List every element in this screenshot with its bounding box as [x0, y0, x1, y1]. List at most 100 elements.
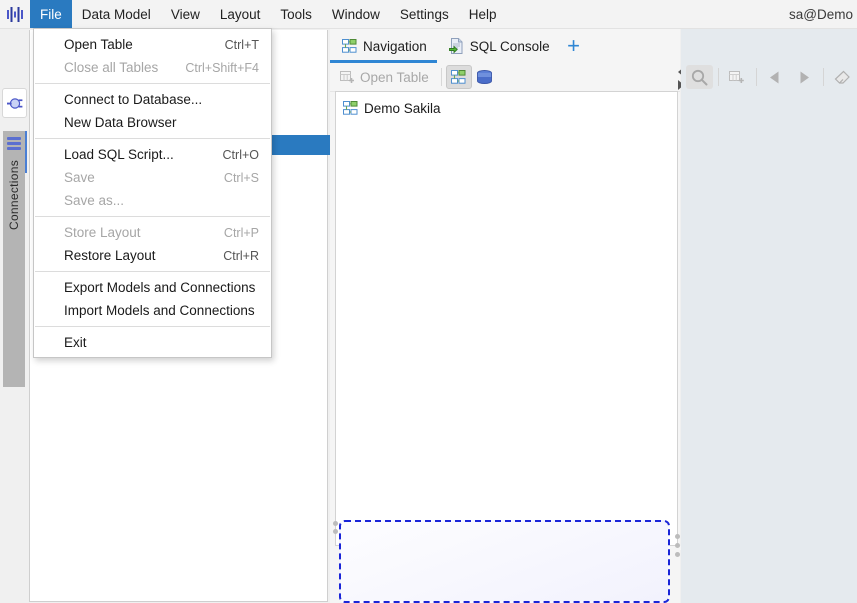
- menu-item-exit[interactable]: Exit: [34, 331, 271, 354]
- menu-item-label: Open Table: [64, 37, 133, 52]
- tabstrip: Navigation SQL Console +: [330, 29, 680, 63]
- menu-item-accelerator: Ctrl+P: [223, 225, 259, 240]
- tab-sql-console[interactable]: SQL Console: [437, 30, 560, 63]
- menu-window[interactable]: Window: [322, 0, 390, 28]
- arrow-back-icon: [767, 70, 783, 85]
- menu-item-label: Exit: [64, 335, 87, 350]
- connect-database-rail-button[interactable]: [2, 88, 27, 118]
- current-user-label: sa@Demo: [789, 6, 853, 22]
- navigation-graph-icon: [451, 70, 466, 84]
- center-panel: Navigation SQL Console + Open Table Demo…: [330, 29, 857, 603]
- menu-item-open-table[interactable]: Open Table Ctrl+T: [34, 33, 271, 56]
- menu-item-restore-layout[interactable]: Restore Layout Ctrl+R: [34, 244, 271, 267]
- toolbar-separator: [440, 68, 442, 86]
- menu-item-store-layout[interactable]: Store Layout Ctrl+P: [34, 221, 271, 244]
- right-toolbar: [686, 64, 856, 90]
- arrow-forward-icon: [796, 70, 812, 85]
- tree-node-label: Demo Sakila: [364, 100, 441, 116]
- splitter-dot: [332, 520, 338, 526]
- menu-separator: [35, 326, 270, 327]
- toolbar-button-database[interactable]: [472, 65, 498, 89]
- menu-item-label: Load SQL Script...: [64, 147, 174, 162]
- splitter-dot: [674, 533, 680, 539]
- search-icon: [691, 69, 708, 86]
- vertical-splitter-handle[interactable]: [672, 530, 682, 560]
- right-toolbar-separator: [756, 68, 757, 86]
- menu-item-close-all-tables[interactable]: Close all Tables Ctrl+Shift+F4: [34, 56, 271, 79]
- menu-item-import-models-and-connections[interactable]: Import Models and Connections: [34, 299, 271, 322]
- navigate-back-button[interactable]: [762, 65, 789, 89]
- app-logo-icon: [0, 0, 30, 28]
- toolbar-button-navigation-graph[interactable]: [445, 65, 472, 89]
- menubar-items: File Data Model View Layout Tools Window…: [30, 0, 506, 28]
- navigation-tree[interactable]: Demo Sakila: [335, 91, 678, 546]
- menu-layout[interactable]: Layout: [210, 0, 271, 28]
- menu-item-save[interactable]: Save Ctrl+S: [34, 166, 271, 189]
- menu-item-label: New Data Browser: [64, 115, 177, 130]
- menu-item-label: Restore Layout: [64, 248, 156, 263]
- splitter-dot: [674, 542, 680, 548]
- eraser-icon: [834, 70, 851, 85]
- right-toolbar-separator: [823, 68, 824, 86]
- menu-item-label: Connect to Database...: [64, 92, 203, 107]
- menu-separator: [35, 83, 270, 84]
- list-bars-icon: [7, 137, 21, 150]
- tree-node-demo-sakila[interactable]: Demo Sakila: [336, 98, 677, 118]
- add-table-button[interactable]: [724, 65, 751, 89]
- menu-item-accelerator: Ctrl+Shift+F4: [185, 60, 259, 75]
- open-table-label: Open Table: [360, 69, 429, 85]
- navigation-graph-icon: [343, 101, 358, 115]
- left-rail: Connections: [0, 29, 27, 603]
- menu-item-label: Save: [64, 170, 95, 185]
- splitter-dot: [332, 528, 338, 534]
- application-window: Connections Navigation SQL Console + Ope…: [0, 0, 857, 603]
- tab-sql-console-label: SQL Console: [469, 38, 550, 54]
- menu-item-accelerator: Ctrl+T: [224, 37, 259, 52]
- file-menu-popup: Open Table Ctrl+T Close all Tables Ctrl+…: [33, 28, 272, 358]
- plug-connect-icon: [6, 96, 23, 111]
- menu-tools[interactable]: Tools: [270, 0, 322, 28]
- connections-selected-row[interactable]: [272, 135, 330, 155]
- menu-item-label: Store Layout: [64, 225, 141, 240]
- sidebar-tab-accent: [25, 131, 27, 173]
- menu-settings[interactable]: Settings: [390, 0, 459, 28]
- menu-item-label: Import Models and Connections: [64, 303, 255, 318]
- menu-item-export-models-and-connections[interactable]: Export Models and Connections: [34, 276, 271, 299]
- search-button[interactable]: [686, 65, 714, 89]
- clear-button[interactable]: [829, 65, 856, 89]
- tab-navigation[interactable]: Navigation: [330, 30, 437, 63]
- menu-data-model[interactable]: Data Model: [72, 0, 161, 28]
- navigate-forward-button[interactable]: [791, 65, 818, 89]
- menu-help[interactable]: Help: [459, 0, 507, 28]
- tab-navigation-label: Navigation: [363, 38, 427, 54]
- menu-item-accelerator: Ctrl+R: [223, 248, 259, 263]
- menubar: File Data Model View Layout Tools Window…: [0, 0, 857, 29]
- add-tab-button[interactable]: +: [560, 30, 588, 63]
- drop-zone[interactable]: [339, 520, 670, 603]
- table-add-icon: [729, 70, 745, 85]
- table-open-icon: [340, 70, 355, 84]
- menu-item-accelerator: Ctrl+S: [223, 170, 259, 185]
- navigation-graph-icon: [342, 39, 357, 53]
- menu-item-label: Close all Tables: [64, 60, 159, 75]
- menu-item-save-as[interactable]: Save as...: [34, 189, 271, 212]
- database-icon: [476, 69, 493, 85]
- right-toolbar-separator: [718, 68, 719, 86]
- menu-separator: [35, 271, 270, 272]
- menu-item-load-sql-script[interactable]: Load SQL Script... Ctrl+O: [34, 143, 271, 166]
- menu-item-connect-to-database[interactable]: Connect to Database...: [34, 88, 271, 111]
- open-table-button[interactable]: Open Table: [330, 64, 437, 90]
- menu-item-label: Save as...: [64, 193, 125, 208]
- sql-console-icon: [448, 38, 464, 54]
- right-panel: [681, 29, 857, 603]
- plus-icon: +: [567, 33, 581, 58]
- menu-item-new-data-browser[interactable]: New Data Browser: [34, 111, 271, 134]
- menu-view[interactable]: View: [161, 0, 210, 28]
- sidebar-tab-connections[interactable]: Connections: [3, 131, 25, 387]
- menu-file[interactable]: File: [30, 0, 72, 28]
- menu-item-accelerator: Ctrl+O: [222, 147, 259, 162]
- menu-item-label: Export Models and Connections: [64, 280, 256, 295]
- menu-separator: [35, 216, 270, 217]
- splitter-dot: [674, 551, 680, 557]
- menu-separator: [35, 138, 270, 139]
